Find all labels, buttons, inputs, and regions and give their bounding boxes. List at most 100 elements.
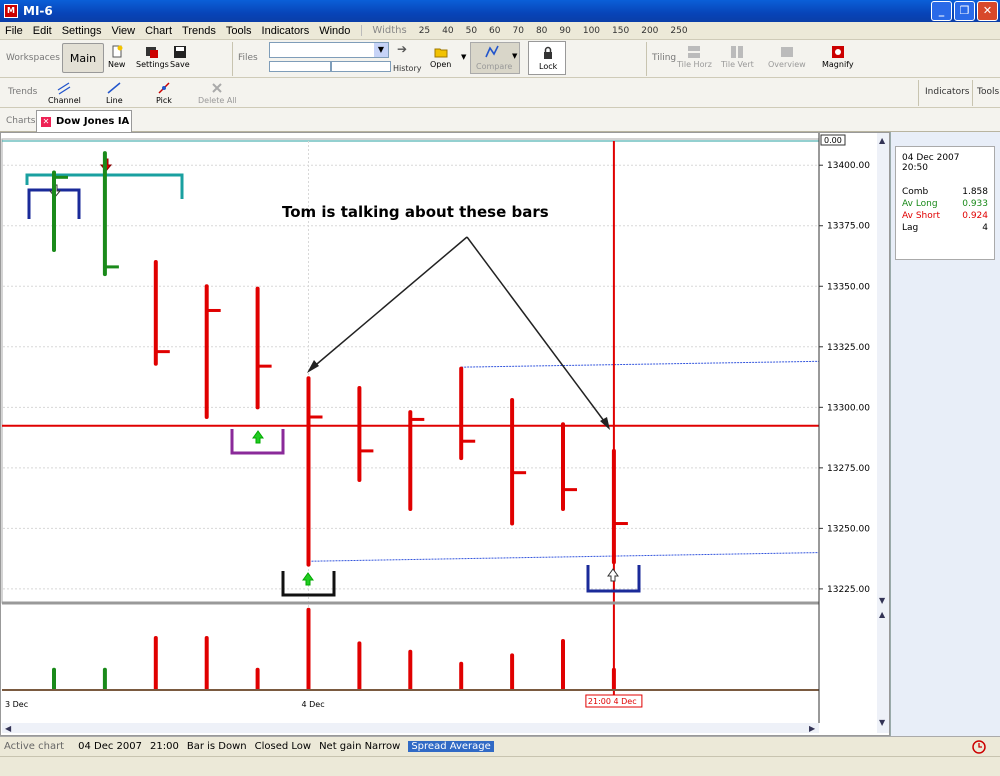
- delete-all-button[interactable]: Delete All: [198, 81, 237, 105]
- status-close: Closed Low: [254, 741, 312, 752]
- tools-button[interactable]: Tools: [977, 87, 999, 97]
- scroll-up-icon: ▲: [879, 136, 886, 145]
- status-date: 04 Dec 2007: [78, 741, 142, 752]
- channel-button[interactable]: Channel: [48, 81, 81, 105]
- up-arrow-icon: [252, 430, 264, 444]
- info-label: Lag: [902, 223, 919, 233]
- status-time: 21:00: [150, 741, 179, 752]
- width-option[interactable]: 250: [664, 26, 693, 36]
- menu-edit[interactable]: Edit: [28, 25, 57, 37]
- window-title: MI-6: [23, 4, 53, 18]
- width-option[interactable]: 200: [635, 26, 664, 36]
- width-option[interactable]: 70: [507, 26, 530, 36]
- pick-button[interactable]: Pick: [156, 81, 172, 105]
- charts-label: Charts: [6, 116, 36, 126]
- go-arrow-icon[interactable]: ➔: [397, 42, 407, 56]
- chart-tabs-bar: Charts ✕ Dow Jones IA: [0, 108, 1000, 132]
- menu-window[interactable]: Windo: [314, 25, 355, 37]
- support-dotted-line: [308, 552, 820, 562]
- chart-area[interactable]: 13292.3721:00 4 Dec 10005003 Dec4 Dec◀▶ …: [0, 132, 890, 736]
- compare-button[interactable]: Compare ▼: [470, 42, 520, 74]
- scroll-left-icon: ◀: [5, 724, 12, 733]
- price-chart[interactable]: 13292.3721:00 4 Dec 10005003 Dec4 Dec◀▶ …: [1, 133, 889, 735]
- maximize-button[interactable]: ❐: [954, 1, 975, 21]
- clock-icon[interactable]: [972, 740, 986, 754]
- menu-indicators[interactable]: Indicators: [257, 25, 315, 37]
- annotation-arrow-line: [310, 236, 468, 370]
- chart-annotation: Tom is talking about these bars: [282, 203, 610, 430]
- menu-settings[interactable]: Settings: [57, 25, 107, 37]
- tile-vert-icon: [731, 46, 744, 58]
- save-icon: [173, 46, 186, 58]
- width-option[interactable]: 150: [606, 26, 635, 36]
- close-button[interactable]: ✕: [977, 1, 998, 21]
- open-dropdown-icon[interactable]: ▼: [461, 53, 466, 61]
- overview-icon: [780, 47, 793, 57]
- axis-tick-label: 13400.00: [827, 161, 870, 171]
- width-option[interactable]: 80: [530, 26, 553, 36]
- x-axis-label: 4 Dec: [302, 700, 325, 709]
- info-box: 04 Dec 2007 20:50 Comb 1.858 Av Long 0.933…: [895, 146, 995, 260]
- menu-view[interactable]: View: [106, 25, 140, 37]
- tab-close-icon[interactable]: ✕: [41, 116, 51, 127]
- width-option[interactable]: 90: [553, 26, 576, 36]
- open-label: Open: [430, 60, 452, 69]
- scroll-right-icon: ▶: [809, 724, 816, 733]
- menu-file[interactable]: File: [0, 25, 28, 37]
- axis-tick-label: 13250.00: [827, 524, 870, 534]
- menu-trends[interactable]: Trends: [177, 25, 221, 37]
- bottom-strip: [0, 756, 1000, 776]
- history-button[interactable]: History: [393, 64, 421, 73]
- width-option[interactable]: 100: [577, 26, 606, 36]
- files-field-right[interactable]: [331, 61, 391, 72]
- files-combo[interactable]: ▼: [269, 42, 389, 58]
- axis-tick-label: 13350.00: [827, 282, 870, 292]
- menu-chart[interactable]: Chart: [140, 25, 177, 37]
- status-bar-direction: Bar is Down: [186, 741, 247, 752]
- up-arrow-icon: [302, 572, 314, 586]
- top-label: 0.00: [824, 136, 842, 145]
- line-button[interactable]: Line: [106, 81, 123, 105]
- tile-horz-label: Tile Horz: [677, 60, 712, 69]
- compare-dropdown-icon[interactable]: ▼: [512, 52, 517, 60]
- scroll-down-icon: ▼: [879, 718, 886, 727]
- new-button[interactable]: New: [108, 45, 125, 69]
- compare-label: Compare: [476, 62, 513, 71]
- tab-label: Dow Jones IA: [56, 116, 130, 127]
- minimize-button[interactable]: _: [931, 1, 952, 21]
- width-option[interactable]: 50: [460, 26, 483, 36]
- folder-icon: [434, 48, 448, 58]
- info-row-av-short: Av Short 0.924: [902, 211, 988, 223]
- annotation-arrowhead: [600, 417, 610, 430]
- magnify-button[interactable]: Magnify: [822, 45, 854, 69]
- workspaces-label: Workspaces: [6, 53, 60, 63]
- tile-vert-button[interactable]: Tile Vert: [721, 45, 754, 69]
- tab-dow-jones[interactable]: ✕ Dow Jones IA: [36, 110, 132, 132]
- files-field-left[interactable]: [269, 61, 331, 72]
- tile-horz-button[interactable]: Tile Horz: [677, 45, 712, 69]
- save-button[interactable]: Save: [170, 45, 190, 69]
- scroll-down-icon: ▼: [879, 596, 886, 605]
- indicators-button[interactable]: Indicators: [925, 87, 969, 97]
- info-value: 0.924: [962, 211, 988, 221]
- status-net-gain: Net gain Narrow: [319, 741, 401, 752]
- width-option[interactable]: 40: [436, 26, 459, 36]
- x-axis-label: 3 Dec: [5, 700, 28, 709]
- menu-tools[interactable]: Tools: [221, 25, 257, 37]
- main-workspace-button[interactable]: Main: [62, 43, 104, 73]
- chevron-down-icon[interactable]: ▼: [374, 43, 388, 57]
- overview-button[interactable]: Overview: [768, 45, 806, 69]
- cursor-label: 21:00 4 Dec: [588, 697, 637, 706]
- open-button[interactable]: Open: [430, 45, 451, 69]
- width-option[interactable]: 60: [483, 26, 506, 36]
- settings-button[interactable]: Settings: [136, 45, 169, 69]
- pick-icon: [158, 82, 170, 94]
- widths-selector: Widths 25 40 50 60 70 80 90 100 150 200 …: [361, 25, 693, 36]
- lock-button[interactable]: Lock: [528, 41, 566, 75]
- info-label: Comb: [902, 187, 929, 197]
- axis-tick-label: 13375.00: [827, 222, 870, 232]
- info-row-comb: Comb 1.858: [902, 187, 988, 199]
- new-label: New: [108, 60, 126, 69]
- width-option[interactable]: 25: [413, 26, 436, 36]
- trends-label: Trends: [8, 87, 38, 97]
